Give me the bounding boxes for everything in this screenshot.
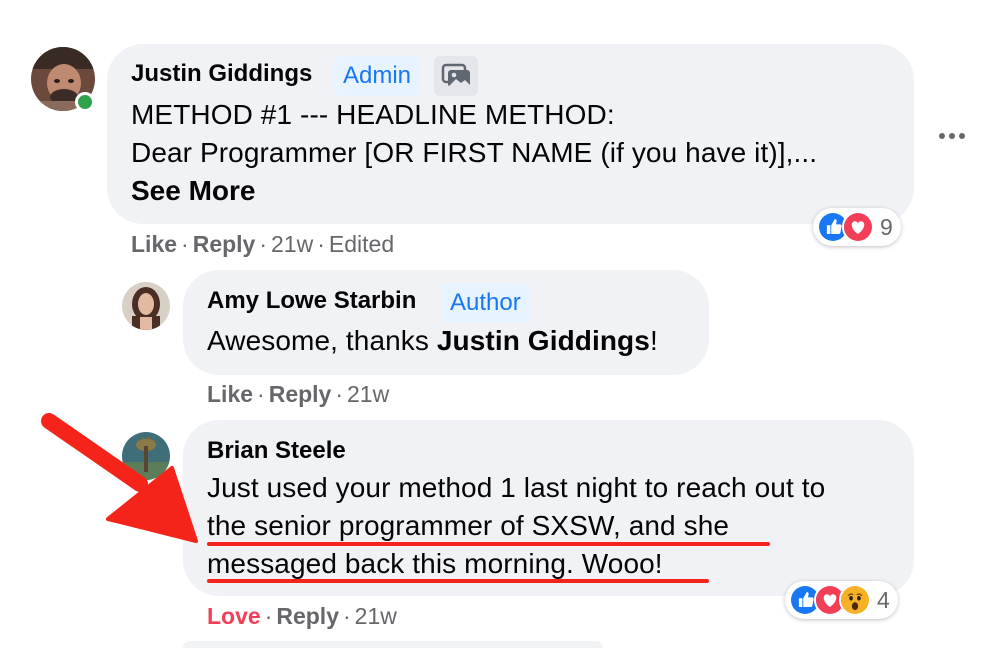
comment-actions: Like · Reply · 21w · Edited: [131, 231, 394, 258]
edited-label[interactable]: Edited: [329, 231, 394, 257]
reaction-count: 9: [880, 213, 893, 240]
separator: ·: [257, 381, 265, 407]
wow-icon: [839, 584, 871, 616]
comment-text-line: Just used your method 1 last night to re…: [207, 472, 826, 503]
comment-author-name[interactable]: Brian Steele: [207, 437, 346, 465]
photo-attachment-icon: [434, 56, 478, 96]
more-options-icon[interactable]: [937, 130, 967, 142]
separator: ·: [335, 381, 344, 407]
like-action[interactable]: Like: [131, 231, 177, 257]
author-badge: Author: [441, 283, 530, 323]
annotation-underline: [207, 542, 770, 546]
annotation-underline: [207, 579, 709, 583]
avatar-brian-steele[interactable]: [122, 432, 170, 480]
comment-text-line: messaged back this morning. Wooo!: [207, 548, 663, 579]
comment-text-line: the senior programmer of SXSW, and she: [207, 510, 730, 541]
separator: ·: [264, 603, 273, 629]
reply-action[interactable]: Reply: [193, 231, 256, 257]
comment-text-end: !: [649, 325, 658, 356]
admin-badge: Admin: [334, 56, 421, 96]
comment-author-name[interactable]: Justin Giddings: [131, 60, 312, 88]
separator: ·: [259, 231, 268, 257]
love-action[interactable]: Love: [207, 603, 261, 629]
separator: ·: [317, 231, 325, 257]
comment-text: Awesome, thanks Justin Giddings!: [207, 325, 658, 357]
timestamp[interactable]: 21w: [347, 381, 389, 407]
comment-text-start: Awesome, thanks: [207, 325, 437, 356]
next-comment-bubble: [183, 641, 603, 648]
separator: ·: [343, 603, 351, 629]
reaction-summary[interactable]: 4: [785, 581, 898, 619]
reaction-count: 4: [877, 586, 890, 613]
reaction-summary[interactable]: 9: [813, 208, 901, 246]
timestamp[interactable]: 21w: [271, 231, 313, 257]
avatar-amy-lowe-starbin[interactable]: [122, 282, 170, 330]
timestamp[interactable]: 21w: [355, 603, 397, 629]
like-action[interactable]: Like: [207, 381, 253, 407]
separator: ·: [181, 231, 189, 257]
mention-link[interactable]: Justin Giddings: [437, 325, 650, 356]
comment-actions: Like · Reply · 21w: [207, 381, 389, 408]
reply-action[interactable]: Reply: [269, 381, 332, 407]
comment-text-line: Dear Programmer [OR FIRST NAME (if you h…: [131, 137, 818, 168]
comment-author-name[interactable]: Amy Lowe Starbin: [207, 287, 416, 315]
comment-actions: Love · Reply · 21w: [207, 603, 397, 630]
online-status-dot: [75, 92, 95, 112]
reply-action[interactable]: Reply: [276, 603, 339, 629]
see-more-link[interactable]: See More: [131, 175, 256, 207]
love-icon: [842, 211, 874, 243]
comment-text-line: METHOD #1 --- HEADLINE METHOD:: [131, 99, 615, 130]
